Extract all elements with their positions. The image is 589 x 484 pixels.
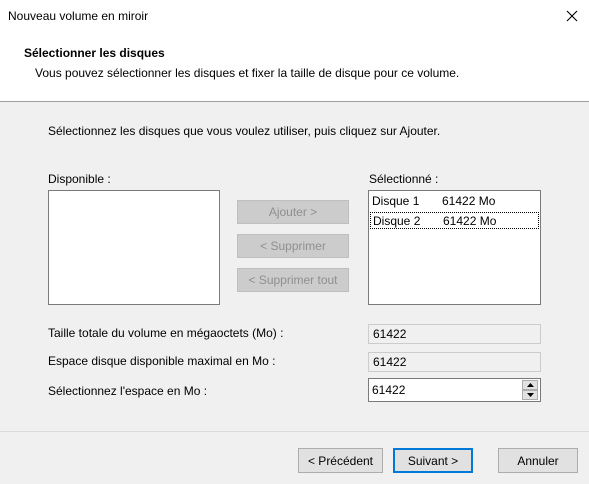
list-item[interactable]: Disque 1 61422 Mo [370, 193, 539, 210]
next-button[interactable]: Suivant > [393, 448, 473, 473]
close-button[interactable] [556, 2, 588, 30]
close-icon [566, 10, 578, 22]
page-subtitle: Vous pouvez sélectionner les disques et … [35, 66, 460, 80]
space-stepper[interactable] [368, 378, 541, 402]
selected-disks-list[interactable]: Disque 1 61422 Mo Disque 2 61422 Mo [368, 190, 541, 305]
window-title: Nouveau volume en miroir [8, 9, 149, 23]
cancel-button[interactable]: Annuler [498, 448, 578, 473]
space-input[interactable] [369, 379, 519, 401]
back-button[interactable]: < Précédent [298, 448, 383, 473]
arrow-down-icon [526, 393, 534, 397]
disk-name: Disque 1 [372, 194, 420, 208]
instruction-text: Sélectionnez les disques que vous voulez… [48, 124, 441, 138]
max-space-field: 61422 [368, 352, 541, 372]
arrow-up-icon [526, 383, 534, 387]
add-button[interactable]: Ajouter > [237, 200, 349, 224]
selected-label: Sélectionné : [369, 172, 439, 186]
disk-size: 61422 Mo [442, 194, 496, 208]
list-item[interactable]: Disque 2 61422 Mo [370, 212, 539, 229]
select-space-label: Sélectionnez l'espace en Mo : [48, 384, 208, 398]
available-label: Disponible : [48, 172, 111, 186]
total-size-field: 61422 [368, 324, 541, 344]
remove-button[interactable]: < Supprimer [237, 234, 349, 258]
disk-size: 61422 Mo [443, 214, 497, 228]
spin-down-button[interactable] [522, 390, 538, 400]
max-space-label: Espace disque disponible maximal en Mo : [48, 354, 276, 368]
disk-name: Disque 2 [373, 214, 421, 228]
total-size-label: Taille totale du volume en mégaoctets (M… [48, 326, 284, 340]
page-title: Sélectionner les disques [24, 46, 165, 60]
remove-all-button[interactable]: < Supprimer tout [237, 268, 349, 292]
available-disks-list[interactable] [48, 190, 220, 305]
spin-up-button[interactable] [522, 380, 538, 390]
